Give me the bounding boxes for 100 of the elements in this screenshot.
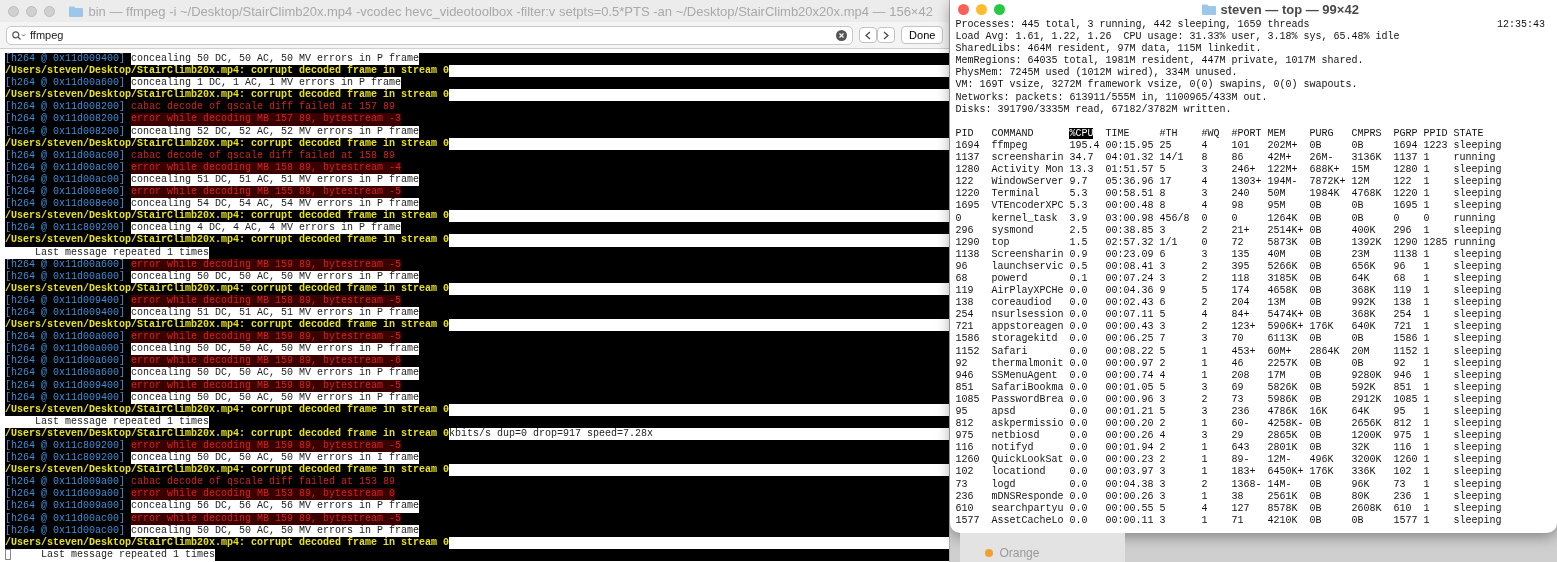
table-cell: 25 — [1159, 139, 1172, 151]
table-cell: 1223 — [1423, 139, 1448, 151]
table-cell: 2.5 — [1069, 224, 1088, 236]
table-cell: 17 — [1159, 176, 1172, 188]
table-cell: Safari — [991, 345, 1028, 357]
table-cell: 40M — [1267, 248, 1286, 260]
table-cell: 00:00.74 — [1105, 369, 1154, 381]
table-cell: 118 — [1231, 272, 1250, 284]
table-cell: 1 — [1423, 200, 1430, 212]
table-cell: 0.0 — [1069, 454, 1088, 466]
table-cell: sleeping — [1453, 381, 1502, 393]
table-cell: 4 — [1201, 139, 1208, 151]
table-cell: sleeping — [1453, 224, 1502, 236]
table-cell: 456/8 — [1159, 212, 1190, 224]
table-cell: 00:38.85 — [1105, 224, 1154, 236]
table-cell: 3 — [1159, 224, 1166, 236]
table-cell: 68 — [955, 272, 968, 284]
table-cell: 610 — [1393, 502, 1412, 514]
table-cell: 92 — [955, 357, 968, 369]
table-cell: 2 — [1159, 418, 1166, 430]
table-cell: 0.0 — [1069, 393, 1088, 405]
table-cell: 00:00.23 — [1105, 454, 1154, 466]
table-cell: 1 — [1423, 393, 1430, 405]
table-cell: 50M — [1267, 188, 1286, 200]
table-cell: 01:51.57 — [1105, 164, 1154, 176]
table-cell: 5266K — [1267, 260, 1298, 272]
table-cell: 2 — [1201, 393, 1208, 405]
table-cell: 1 — [1423, 297, 1430, 309]
table-cell: sysmond — [991, 224, 1034, 236]
clear-icon[interactable] — [836, 29, 848, 41]
table-cell: 00:03.97 — [1105, 466, 1154, 478]
find-field[interactable]: ffmpeg — [6, 25, 854, 45]
minimize-button[interactable] — [26, 5, 37, 17]
table-cell: 12M — [1351, 176, 1370, 188]
table-cell: sleeping — [1453, 418, 1502, 430]
minimize-button[interactable] — [976, 4, 988, 15]
table-cell: 0.5 — [1069, 260, 1088, 272]
done-button[interactable]: Done — [901, 26, 944, 44]
table-cell: 2 — [1201, 321, 1208, 333]
table-cell: sleeping — [1453, 321, 1502, 333]
table-cell: 1 — [1423, 285, 1430, 297]
table-cell: sleeping — [1453, 478, 1502, 490]
table-cell: askpermissio — [991, 418, 1064, 430]
log-message: concealing 56 DC, 56 AC, 56 MV errors in P frame — [131, 500, 420, 513]
column-header: #TH — [1159, 127, 1178, 139]
table-cell: thermalmonit — [991, 357, 1064, 369]
table-cell: 204 — [1231, 297, 1250, 309]
table-cell: 68 — [1393, 272, 1406, 284]
table-cell: 851 — [1393, 381, 1412, 393]
table-cell: 0B — [1309, 309, 1322, 321]
table-cell: 1264K — [1267, 212, 1298, 224]
log-message: /Users/steven/Desktop/StairClimb20x.mp4: corrupt decoded frame in stream 0 — [5, 65, 450, 78]
zoom-button[interactable] — [44, 5, 55, 17]
table-cell: 3 — [1159, 260, 1166, 272]
table-cell: sleeping — [1453, 176, 1502, 188]
log-source: [h264 @ 0x11d00a000] — [5, 343, 132, 356]
table-cell: 0 — [1423, 212, 1430, 224]
table-cell: 0B — [1351, 357, 1364, 369]
table-cell: 640K — [1351, 321, 1376, 333]
table-cell: 34.7 — [1069, 152, 1094, 164]
table-cell: 1 — [1423, 224, 1430, 236]
table-cell: 2 — [1201, 224, 1208, 236]
table-cell: 4258K- — [1267, 418, 1304, 430]
table-cell: 116 — [1393, 442, 1412, 454]
table-cell: 3 — [1201, 248, 1208, 260]
table-cell: 1152 — [1393, 345, 1418, 357]
previous-button[interactable] — [859, 27, 878, 43]
table-cell: sleeping — [1453, 139, 1502, 151]
close-button[interactable] — [958, 4, 970, 15]
table-cell: 0B — [1309, 248, 1322, 260]
table-cell: 2 — [1159, 357, 1166, 369]
table-cell: 4786K — [1267, 406, 1298, 417]
table-cell: 1138 — [1393, 248, 1418, 260]
table-cell: 16K — [1309, 406, 1328, 417]
table-cell: AirPlayXPCHe — [991, 285, 1064, 297]
table-cell: 135 — [1231, 248, 1250, 260]
table-cell: 2514K+ — [1267, 224, 1304, 236]
table-cell: 00:04.38 — [1105, 478, 1154, 490]
table-cell: 2801K — [1267, 442, 1298, 454]
log-source: [h264 @ 0x11d00a600] — [5, 77, 132, 90]
table-cell: sleeping — [1453, 442, 1502, 454]
table-cell: 1 — [1201, 442, 1208, 454]
table-cell: 00:00.48 — [1105, 200, 1154, 212]
table-cell: 0.0 — [1069, 442, 1088, 454]
next-button[interactable] — [877, 27, 896, 43]
table-cell: 208 — [1231, 369, 1250, 381]
table-cell: Terminal — [991, 188, 1040, 200]
table-cell: 592K — [1351, 381, 1376, 393]
close-button[interactable] — [8, 5, 19, 17]
table-cell: 00:01.05 — [1105, 381, 1154, 393]
table-cell: 174 — [1231, 285, 1250, 297]
table-cell: 2 — [1201, 260, 1208, 272]
table-cell: 812 — [955, 418, 974, 430]
zoom-button[interactable] — [994, 4, 1006, 15]
table-cell: 812 — [1393, 418, 1412, 430]
table-cell: 496K — [1309, 454, 1334, 466]
table-cell: 0B — [1309, 357, 1322, 369]
table-cell: 12M- — [1267, 454, 1292, 466]
log-source: [h264 @ 0x11d008e00] — [5, 198, 132, 211]
table-cell: sleeping — [1453, 309, 1502, 321]
